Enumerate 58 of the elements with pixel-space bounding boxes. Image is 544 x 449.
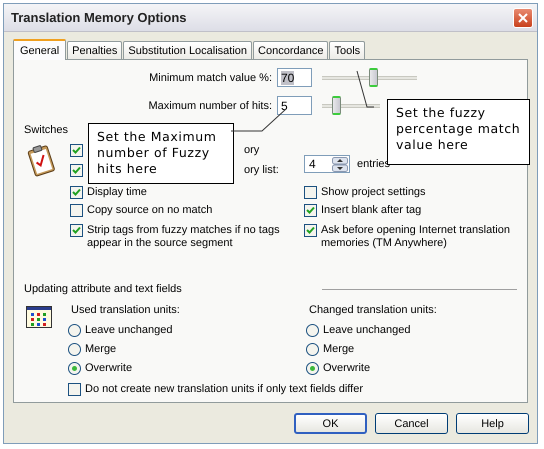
radio-label: Merge xyxy=(323,343,354,356)
leader-line xyxy=(356,70,374,108)
radio-label: Leave unchanged xyxy=(323,324,410,337)
group-title: Updating attribute and text fields xyxy=(24,283,182,295)
checkbox-label: Insert blank after tag xyxy=(321,204,422,217)
dialog-button[interactable]: Help xyxy=(456,413,529,434)
callout-box: Set the Maximum number of Fuzzy hits here xyxy=(88,123,234,184)
setting-label: Minimum match value %: xyxy=(148,72,273,84)
radio-button[interactable] xyxy=(68,343,81,356)
radio-label: Overwrite xyxy=(323,362,370,375)
radio-button[interactable] xyxy=(306,362,319,375)
leader-line xyxy=(230,108,286,132)
checkbox[interactable] xyxy=(70,186,83,199)
number-field[interactable]: 70 xyxy=(277,68,312,87)
window-title: Translation Memory Options xyxy=(11,10,187,25)
slider-thumb[interactable] xyxy=(332,96,341,115)
radio-button[interactable] xyxy=(306,343,319,356)
close-icon xyxy=(518,12,528,22)
checkbox[interactable] xyxy=(70,164,83,177)
dialog-button[interactable]: Cancel xyxy=(375,413,448,434)
slider-thumb[interactable] xyxy=(369,68,378,87)
radio-label: Overwrite xyxy=(85,362,132,375)
checkbox-label: ory list: xyxy=(244,164,279,177)
group-label: Changed translation units: xyxy=(309,304,438,316)
checkbox[interactable] xyxy=(304,224,317,237)
checkbox[interactable] xyxy=(304,186,317,199)
checkbox-label: ory xyxy=(244,144,260,157)
checkbox[interactable] xyxy=(68,383,81,396)
checkbox[interactable] xyxy=(304,204,317,217)
close-button[interactable] xyxy=(513,8,533,28)
radio-button[interactable] xyxy=(306,324,319,337)
checkbox[interactable] xyxy=(70,224,83,237)
group-title: Switches xyxy=(24,124,68,136)
tab[interactable]: Concordance xyxy=(253,41,328,59)
tab[interactable]: Penalties xyxy=(67,41,122,59)
checkbox[interactable] xyxy=(70,204,83,217)
group-label: Used translation units: xyxy=(71,304,181,316)
spin-arrows-icon[interactable] xyxy=(332,156,348,172)
checkbox-label: Show project settings xyxy=(321,186,426,199)
checkbox-label: Display time xyxy=(87,186,147,199)
window-grid-icon xyxy=(26,306,52,328)
checkbox-label: Copy source on no match xyxy=(87,204,212,217)
checkbox-label: Do not create new translation units if only text fields differ xyxy=(85,383,363,396)
setting-label: Maximum number of hits: xyxy=(148,100,273,112)
radio-label: Merge xyxy=(85,343,116,356)
spin-field[interactable]: 4 xyxy=(304,155,350,173)
callout-box: Set the fuzzy percentage match value here xyxy=(387,99,530,165)
number-field[interactable]: 5 xyxy=(277,96,312,115)
radio-button[interactable] xyxy=(68,324,81,337)
tab[interactable]: General xyxy=(13,39,66,60)
tab[interactable]: Substitution Localisation xyxy=(123,41,252,59)
checkbox-label: Ask before opening Internet translation memories (TM Anywhere) xyxy=(321,224,511,250)
dialog-button[interactable]: OK xyxy=(294,413,367,434)
checkbox-label: Strip tags from fuzzy matches if no tags appear in the source segment xyxy=(87,224,281,250)
tab[interactable]: Tools xyxy=(329,41,366,59)
radio-label: Leave unchanged xyxy=(85,324,172,337)
radio-button[interactable] xyxy=(68,362,81,375)
checkbox[interactable] xyxy=(70,144,83,157)
